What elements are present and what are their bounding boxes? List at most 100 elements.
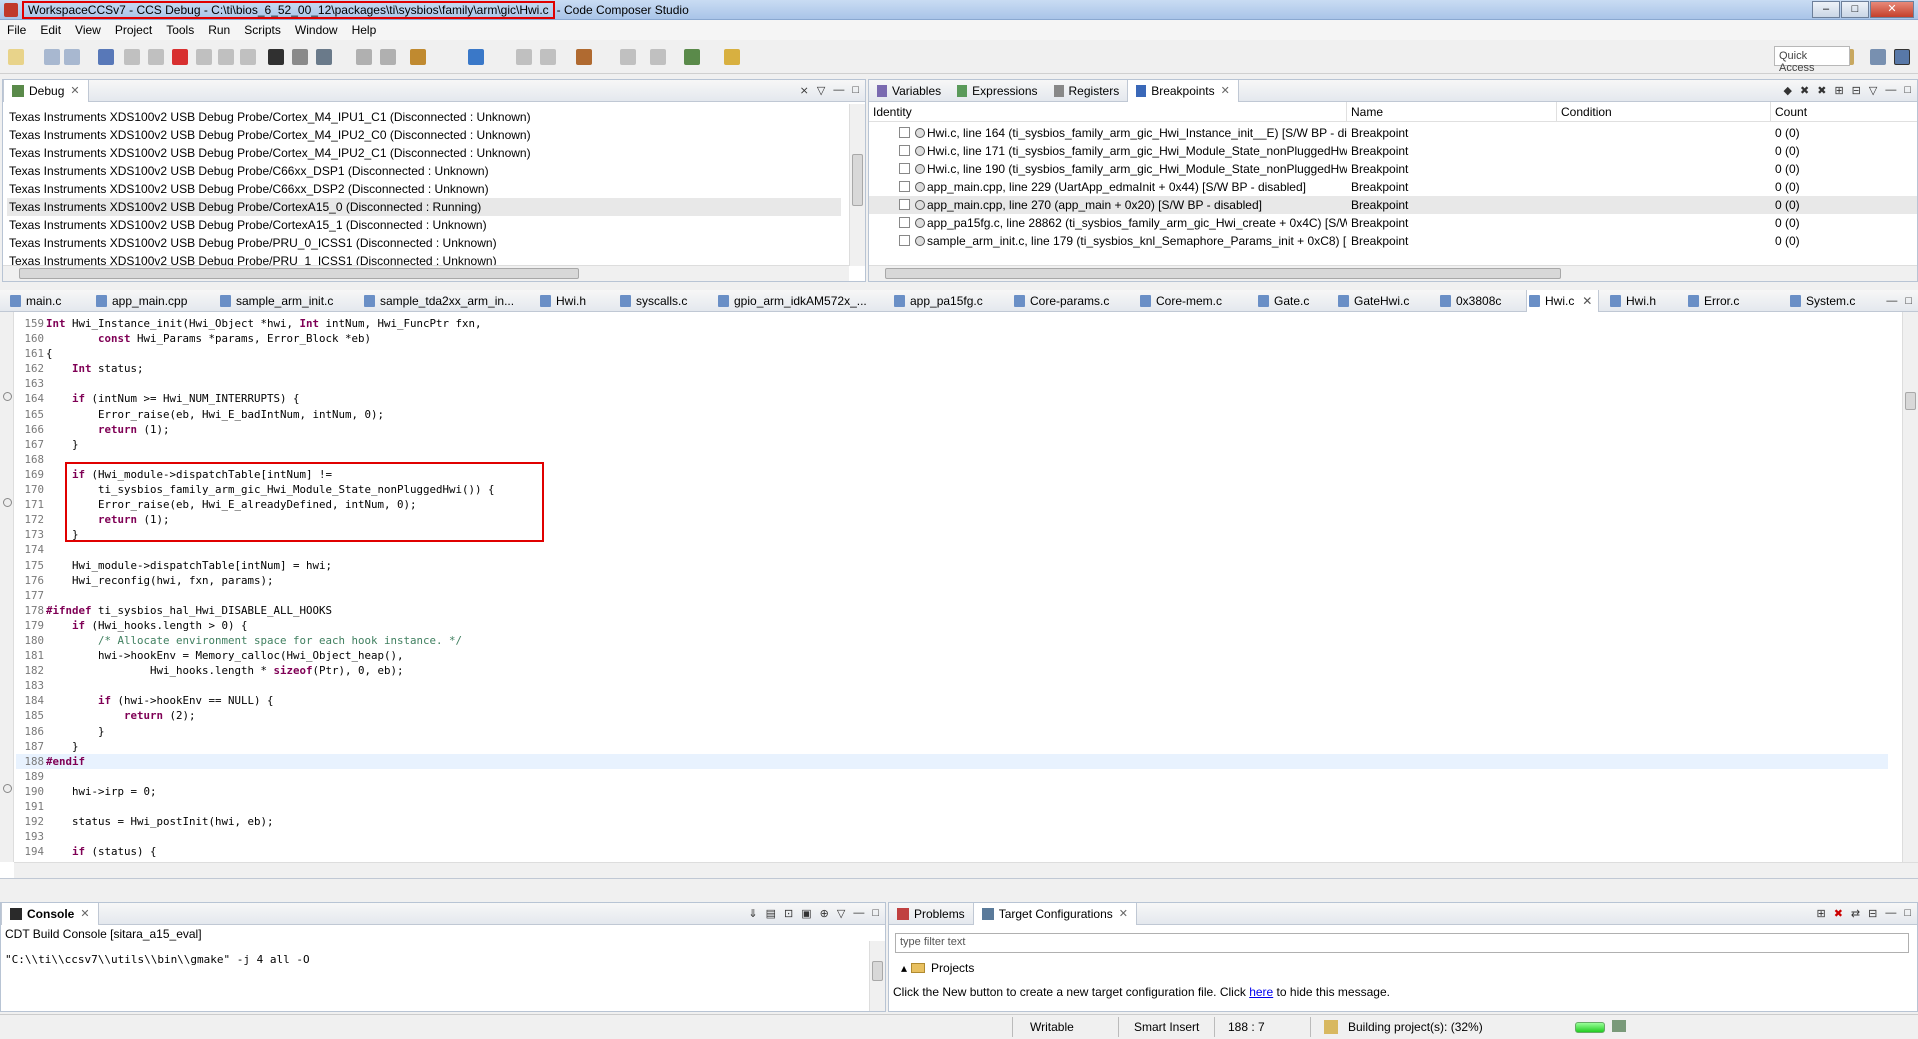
save-icon[interactable] [44, 49, 60, 65]
code-line[interactable]: 179 if (Hwi_hooks.length > 0) { [16, 618, 1888, 633]
ccs-edit-perspective-icon[interactable] [1870, 49, 1886, 65]
minimize-view-icon[interactable]: — [833, 84, 844, 97]
breakpoint-row-selected[interactable]: app_main.cpp, line 270 (app_main + 0x20)… [869, 196, 1917, 214]
display-console-icon[interactable]: ▣ [801, 907, 811, 920]
code-line[interactable]: 175 Hwi_module->dispatchTable[intNum] = … [16, 558, 1888, 573]
checkbox[interactable] [899, 217, 910, 228]
filter-input[interactable]: type filter text [895, 933, 1909, 953]
code-editor[interactable]: 159 Int Hwi_Instance_init(Hwi_Object *hwi… [0, 312, 1918, 879]
checkbox[interactable] [899, 181, 910, 192]
code-line[interactable]: 169 if (Hwi_module->dispatchTable[intNum… [16, 467, 1888, 482]
maximize-view-icon[interactable]: □ [852, 84, 859, 97]
tab-variables[interactable]: Variables [869, 80, 949, 102]
breakpoint-row[interactable]: Hwi.c, line 164 (ti_sysbios_family_arm_g… [869, 124, 1917, 142]
back-icon[interactable] [516, 49, 532, 65]
new-console-icon[interactable]: ⊕ [820, 907, 829, 920]
code-line[interactable]: 184 if (hwi->hookEnv == NULL) { [16, 693, 1888, 708]
terminate-icon[interactable] [172, 49, 188, 65]
maximize-view-icon[interactable]: □ [872, 907, 879, 920]
debug-config-icon[interactable] [684, 49, 700, 65]
editor-tab[interactable]: sample_tda2xx_arm_in... [362, 290, 514, 312]
build-progress-indicator[interactable] [1575, 1022, 1605, 1033]
column-count[interactable]: Count [1771, 102, 1917, 121]
resume-icon[interactable] [124, 49, 140, 65]
remove-terminated-icon[interactable]: ⨯ [800, 84, 809, 97]
new-breakpoint-icon[interactable]: ◆ [1784, 84, 1792, 97]
build-icon[interactable] [410, 49, 426, 65]
column-condition[interactable]: Condition [1557, 102, 1771, 121]
view-menu-icon[interactable]: ▽ [817, 84, 825, 97]
forward-icon[interactable] [540, 49, 556, 65]
close-icon[interactable]: ✕ [80, 907, 89, 920]
code-line[interactable]: 160 const Hwi_Params *params, Error_Bloc… [16, 331, 1888, 346]
editor-tab[interactable]: System.c [1788, 290, 1855, 312]
pin-console-icon[interactable]: ⊡ [784, 907, 793, 920]
code-line[interactable]: 161{ [16, 346, 1888, 361]
menu-scripts[interactable]: Scripts [237, 23, 288, 37]
debug-target-row[interactable]: Texas Instruments XDS100v2 USB Debug Pro… [7, 216, 841, 234]
debug-target-row[interactable]: Texas Instruments XDS100v2 USB Debug Pro… [7, 234, 841, 252]
link-icon[interactable]: ⇄ [1851, 907, 1860, 920]
column-name[interactable]: Name [1347, 102, 1557, 121]
close-icon[interactable]: ✕ [1221, 84, 1230, 97]
editor-ruler[interactable] [0, 312, 14, 862]
editor-vertical-scrollbar[interactable] [1902, 312, 1918, 862]
restart-icon[interactable] [356, 49, 372, 65]
close-window-button[interactable]: ✕ [1870, 1, 1914, 18]
debug-horizontal-scrollbar[interactable] [3, 265, 849, 281]
close-icon[interactable]: ✕ [1582, 290, 1592, 312]
breakpoint-row[interactable]: sample_arm_init.c, line 179 (ti_sysbios_… [869, 232, 1917, 250]
minimize-view-icon[interactable]: — [1885, 84, 1896, 97]
scroll-lock-icon[interactable]: ⇓ [748, 907, 757, 920]
step-into-icon[interactable] [196, 49, 212, 65]
delete-config-icon[interactable]: ✖ [1834, 907, 1843, 920]
breakpoint-marker-icon[interactable] [3, 784, 12, 793]
progress-view-icon[interactable] [1612, 1020, 1626, 1032]
code-line[interactable]: 159 Int Hwi_Instance_init(Hwi_Object *hwi… [16, 316, 1888, 331]
tab-registers[interactable]: Registers [1046, 80, 1128, 102]
editor-tab[interactable]: 0x3808c [1438, 290, 1501, 312]
editor-tab[interactable]: sample_arm_init.c [218, 290, 333, 312]
breakpoint-row[interactable]: Hwi.c, line 190 (ti_sysbios_family_arm_g… [869, 160, 1917, 178]
column-identity[interactable]: Identity [869, 102, 1347, 121]
code-line[interactable]: 186 } [16, 724, 1888, 739]
code-line[interactable]: 191 [16, 799, 1888, 814]
code-line[interactable]: 190 hwi->irp = 0; [16, 784, 1888, 799]
code-line[interactable]: 183 [16, 678, 1888, 693]
code-line[interactable]: 193 [16, 829, 1888, 844]
view-menu-icon[interactable]: ▽ [1869, 84, 1877, 97]
editor-tab[interactable]: Hwi.h [1608, 290, 1656, 312]
tab-expressions[interactable]: Expressions [949, 80, 1045, 102]
code-text-area[interactable]: 159 Int Hwi_Instance_init(Hwi_Object *hwi… [16, 316, 1888, 878]
code-line[interactable]: 164 if (intNum >= Hwi_NUM_INTERRUPTS) { [16, 391, 1888, 406]
editor-tab-active[interactable]: Hwi.c ✕ [1526, 290, 1600, 312]
code-line[interactable]: 165 Error_raise(eb, Hwi_E_badIntNum, int… [16, 407, 1888, 422]
code-line[interactable]: 173 } [16, 527, 1888, 542]
tab-target-configurations[interactable]: Target Configurations ✕ [972, 902, 1137, 925]
code-line[interactable]: 177 [16, 588, 1888, 603]
breakpoint-marker-icon[interactable] [3, 392, 12, 401]
memory-grid-icon[interactable] [268, 49, 284, 65]
code-line[interactable]: 188 #endif [16, 753, 1888, 769]
remove-breakpoint-icon[interactable]: ✖ [1800, 84, 1809, 97]
debug-target-row[interactable]: Texas Instruments XDS100v2 USB Debug Pro… [7, 180, 841, 198]
code-line[interactable]: 176 Hwi_reconfig(hwi, fxn, params); [16, 573, 1888, 588]
menu-edit[interactable]: Edit [33, 23, 68, 37]
clear-console-icon[interactable]: ▤ [766, 907, 776, 920]
checkbox[interactable] [899, 127, 910, 138]
remove-all-breakpoints-icon[interactable]: ✖ [1817, 84, 1826, 97]
code-line[interactable]: 180 /* Allocate environment space for ea… [16, 633, 1888, 648]
code-line[interactable]: 178 #ifndef ti_sysbios_hal_Hwi_DISABLE_AL… [16, 603, 1888, 618]
step-over-icon[interactable] [218, 49, 234, 65]
editor-tab[interactable]: app_pa15fg.c [892, 290, 983, 312]
save-all-icon[interactable] [64, 49, 80, 65]
editor-tab[interactable]: Core-params.c [1012, 290, 1109, 312]
debug-target-row-selected[interactable]: Texas Instruments XDS100v2 USB Debug Pro… [7, 198, 841, 216]
maximize-view-icon[interactable]: □ [1905, 295, 1912, 307]
minimize-view-icon[interactable]: — [1885, 907, 1896, 920]
code-line[interactable]: 163 [16, 376, 1888, 391]
code-line[interactable]: 166 return (1); [16, 422, 1888, 437]
view-menu-icon[interactable]: ▽ [837, 907, 845, 920]
open-file-icon[interactable] [620, 49, 636, 65]
menu-window[interactable]: Window [288, 23, 345, 37]
